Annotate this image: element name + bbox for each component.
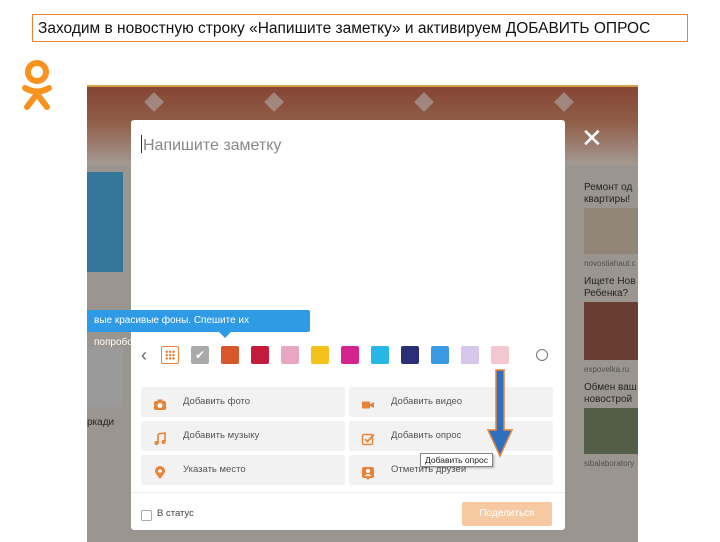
action-video-camera-button[interactable]: Добавить видео — [349, 387, 553, 417]
tooltip-tail — [219, 332, 231, 338]
background-swatch-blue-cloud[interactable] — [431, 346, 449, 364]
status-label: В статус — [157, 508, 194, 519]
person-tag-icon — [361, 463, 375, 480]
status-checkbox[interactable] — [141, 510, 152, 521]
action-camera-button[interactable]: Добавить фото — [141, 387, 345, 417]
action-label: Добавить фото — [183, 396, 251, 407]
note-placeholder: Напишите заметку — [143, 137, 282, 154]
background-swatch-check[interactable]: ✔ — [191, 346, 209, 364]
background-swatch-lavender[interactable] — [461, 346, 479, 364]
background-swatch-grid[interactable] — [161, 346, 179, 364]
screenshot-area: ркади Ремонт од квартиры! novostiahaut.c… — [87, 85, 638, 542]
action-label: Указать место — [183, 464, 246, 475]
chevron-left-icon[interactable]: ‹ — [141, 346, 147, 364]
background-swatch-red[interactable] — [251, 346, 269, 364]
background-swatch-navy-stars[interactable] — [401, 346, 419, 364]
background-swatch-cyan[interactable] — [371, 346, 389, 364]
post-modal: Напишите заметку вые красивые фоны. Спеш… — [87, 120, 565, 531]
note-input[interactable]: Напишите заметку — [141, 135, 281, 155]
instruction-text: Заходим в новостную строку «Напишите зам… — [38, 20, 651, 37]
smiley-icon[interactable] — [536, 349, 548, 361]
music-note-icon — [153, 429, 167, 445]
close-icon[interactable]: ✕ — [581, 125, 603, 151]
video-camera-icon — [361, 395, 375, 409]
share-button[interactable]: Поделиться — [462, 502, 552, 526]
poll-check-icon — [361, 429, 375, 446]
background-swatch-light-pink[interactable] — [491, 346, 509, 364]
action-label: Добавить музыку — [183, 430, 260, 441]
odnoklassniki-logo-icon — [22, 60, 52, 110]
action-location-pin-button[interactable]: Указать место — [141, 455, 345, 485]
text-cursor — [141, 135, 142, 153]
action-poll-check-button[interactable]: Добавить опрос — [349, 421, 553, 451]
background-swatch-magenta-dots[interactable] — [341, 346, 359, 364]
location-pin-icon — [153, 463, 167, 479]
camera-icon — [153, 395, 167, 410]
background-swatch-orange-pattern[interactable] — [221, 346, 239, 364]
background-swatch-pink-flowers[interactable] — [281, 346, 299, 364]
background-swatch-yellow-star[interactable] — [311, 346, 329, 364]
backgrounds-promo-tooltip: вые красивые фоны. Спешите их попробоват… — [87, 310, 310, 348]
grid-icon — [165, 350, 175, 360]
down-arrow-pointer-icon — [486, 369, 514, 458]
add-poll-tooltip: Добавить опрос — [420, 453, 493, 467]
action-label: Добавить опрос — [391, 430, 462, 441]
modal-footer: В статус Поделиться — [131, 492, 565, 531]
action-music-note-button[interactable]: Добавить музыку — [141, 421, 345, 451]
action-label: Добавить видео — [391, 396, 463, 407]
